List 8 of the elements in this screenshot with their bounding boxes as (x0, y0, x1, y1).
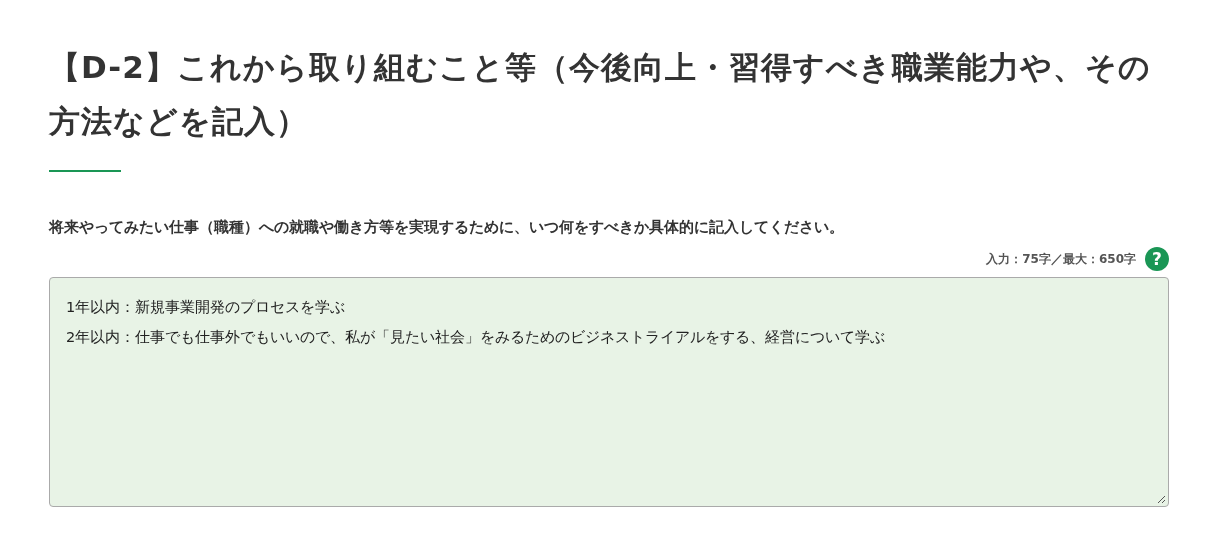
character-counter: 入力：75字／最大：650字 (986, 250, 1136, 268)
answer-line: 2年以内：仕事でも仕事外でもいいので、私が「見たい社会」をみるためのビジネストライアルをする、経営について学ぶ (66, 328, 886, 347)
help-button[interactable]: ? (1145, 247, 1169, 271)
answer-box[interactable]: 1年以内：新規事業開発のプロセスを学ぶ 2年以内：仕事でも仕事外でもいいので、私が「見たい社会」をみるためのビジネストライアルをする、経営について学ぶ (49, 277, 1169, 507)
section-heading: 【D-2】これから取り組むこと等（今後向上・習得すべき職業能力や、その方法などを記入） (49, 48, 1152, 141)
instruction-text: 将来やってみたい仕事（職種）への就職や働き方等を実現するために、いつ何をすべきか具体的に記入してください。 (49, 218, 845, 237)
answer-line: 1年以内：新規事業開発のプロセスを学ぶ (66, 298, 346, 317)
resize-grip-icon[interactable] (1157, 495, 1166, 504)
